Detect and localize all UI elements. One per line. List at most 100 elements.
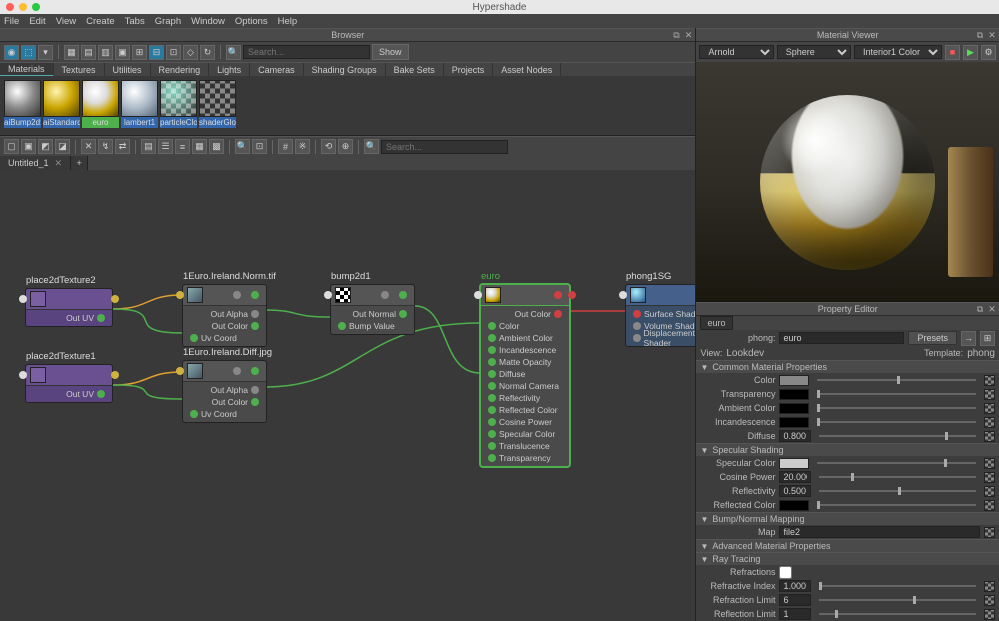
- spec-color-slider[interactable]: [817, 462, 976, 464]
- menu-edit[interactable]: Edit: [29, 16, 45, 27]
- close-icon[interactable]: ✕: [55, 158, 63, 169]
- play-icon[interactable]: ▶: [963, 45, 978, 60]
- gtool-grid[interactable]: #: [278, 139, 293, 154]
- graph-tab-untitled[interactable]: Untitled_1✕: [0, 156, 71, 170]
- node-graph-view[interactable]: place2dTexture2 Out UV place2dTexture1 O…: [0, 170, 695, 621]
- go-icon[interactable]: →: [961, 331, 976, 346]
- refr-limit-slider[interactable]: [819, 599, 976, 601]
- refr-limit-field[interactable]: [779, 594, 811, 606]
- gtool-3[interactable]: ◩: [38, 139, 53, 154]
- bin-aibump2d1[interactable]: aiBump2d1: [4, 80, 41, 128]
- diffuse-slider[interactable]: [819, 435, 976, 437]
- tool-btn-e[interactable]: ⊞: [132, 45, 147, 60]
- tool-btn-select[interactable]: ⬚: [21, 45, 36, 60]
- gtool-11[interactable]: ▦: [192, 139, 207, 154]
- browser-search-input[interactable]: [243, 45, 370, 59]
- tool-btn-opt[interactable]: ▾: [38, 45, 53, 60]
- tab-shading-groups[interactable]: Shading Groups: [304, 63, 386, 77]
- map-button[interactable]: [984, 431, 995, 442]
- ambient-swatch[interactable]: [779, 403, 809, 414]
- gtool-2[interactable]: ▣: [21, 139, 36, 154]
- breadcrumb[interactable]: euro: [700, 316, 732, 330]
- menu-graph[interactable]: Graph: [155, 16, 181, 27]
- tab-asset-nodes[interactable]: Asset Nodes: [493, 63, 561, 77]
- tab-cameras[interactable]: Cameras: [250, 63, 304, 77]
- bin-shaderglow1[interactable]: shaderGlow1: [199, 80, 236, 128]
- section-advanced-header[interactable]: ▼Advanced Material Properties: [696, 539, 999, 552]
- tab-bake-sets[interactable]: Bake Sets: [386, 63, 444, 77]
- close-icon[interactable]: ✕: [683, 30, 693, 40]
- menu-create[interactable]: Create: [86, 16, 115, 27]
- map-button[interactable]: [984, 417, 995, 428]
- section-specular-header[interactable]: ▼Specular Shading: [696, 443, 999, 456]
- refl-limit-field[interactable]: [779, 608, 811, 620]
- renderer-select[interactable]: Arnold: [699, 45, 773, 59]
- reflect-field[interactable]: [779, 485, 811, 497]
- ri-field[interactable]: [779, 580, 811, 592]
- gtool-10[interactable]: ≡: [175, 139, 190, 154]
- new-tab-button[interactable]: +: [71, 156, 88, 170]
- map-button[interactable]: [984, 527, 995, 538]
- tool-btn-world[interactable]: ◉: [4, 45, 19, 60]
- section-ray-header[interactable]: ▼Ray Tracing: [696, 552, 999, 565]
- tool-btn-d[interactable]: ▣: [115, 45, 130, 60]
- tool-btn-g[interactable]: ⊡: [166, 45, 181, 60]
- traffic-lights[interactable]: [6, 3, 40, 11]
- menu-tabs[interactable]: Tabs: [125, 16, 145, 27]
- menu-window[interactable]: Window: [191, 16, 225, 27]
- ri-slider[interactable]: [819, 585, 976, 587]
- environment-select[interactable]: Interior1 Color: [854, 45, 942, 59]
- bin-lambert1[interactable]: lambert1: [121, 80, 158, 128]
- map-field[interactable]: [779, 526, 980, 538]
- incand-swatch[interactable]: [779, 417, 809, 428]
- menu-options[interactable]: Options: [235, 16, 268, 27]
- node-place2dtexture1[interactable]: place2dTexture1 Out UV: [25, 364, 113, 403]
- refl-limit-slider[interactable]: [819, 613, 976, 615]
- color-swatch[interactable]: [779, 375, 809, 386]
- tab-utilities[interactable]: Utilities: [105, 63, 151, 77]
- tab-lights[interactable]: Lights: [209, 63, 250, 77]
- menu-file[interactable]: File: [4, 16, 19, 27]
- gtool-4[interactable]: ◪: [55, 139, 70, 154]
- tool-btn-f[interactable]: ⊟: [149, 45, 164, 60]
- gtool-8[interactable]: ▤: [141, 139, 156, 154]
- map-button[interactable]: [984, 472, 995, 483]
- menu-help[interactable]: Help: [278, 16, 298, 27]
- gtool-5[interactable]: ✕: [81, 139, 96, 154]
- transparency-slider[interactable]: [817, 393, 976, 395]
- gtool-1[interactable]: ▢: [4, 139, 19, 154]
- node-euro[interactable]: euro Out Color Color Ambient Color Incan…: [480, 284, 570, 467]
- ambient-slider[interactable]: [817, 407, 976, 409]
- menu-view[interactable]: View: [56, 16, 76, 27]
- graph-search-input[interactable]: [381, 140, 508, 154]
- diffuse-field[interactable]: [779, 430, 811, 442]
- gtool-zoom[interactable]: 🔍: [235, 139, 250, 154]
- gtool-x[interactable]: ⟲: [321, 139, 336, 154]
- node-phong1sg[interactable]: phong1SG Surface Shader Volume Shader Di…: [625, 284, 695, 347]
- gear-icon[interactable]: ⚙: [981, 45, 996, 60]
- undock-icon[interactable]: ⧉: [671, 30, 681, 40]
- gtool-y[interactable]: ⊕: [338, 139, 353, 154]
- close-icon[interactable]: ✕: [987, 30, 997, 40]
- map-button[interactable]: [984, 609, 995, 620]
- undock-icon[interactable]: ⧉: [975, 30, 985, 40]
- gtool-12[interactable]: ▩: [209, 139, 224, 154]
- gtool-9[interactable]: ☰: [158, 139, 173, 154]
- map-button[interactable]: [984, 375, 995, 386]
- transparency-swatch[interactable]: [779, 389, 809, 400]
- map-button[interactable]: [984, 458, 995, 469]
- material-name-field[interactable]: [779, 332, 904, 344]
- tab-textures[interactable]: Textures: [54, 63, 105, 77]
- node-file-norm[interactable]: 1Euro.Ireland.Norm.tif Out Alpha Out Col…: [182, 284, 267, 347]
- gtool-fit[interactable]: ⊡: [252, 139, 267, 154]
- refl-color-slider[interactable]: [817, 504, 976, 506]
- map-button[interactable]: [984, 389, 995, 400]
- material-viewer-viewport[interactable]: [696, 62, 999, 302]
- input-icon[interactable]: ⊞: [980, 331, 995, 346]
- gtool-7[interactable]: ⇄: [115, 139, 130, 154]
- undock-icon[interactable]: ⧉: [975, 304, 985, 314]
- refractions-checkbox[interactable]: [779, 566, 792, 579]
- reflect-slider[interactable]: [819, 490, 976, 492]
- incand-slider[interactable]: [817, 421, 976, 423]
- tool-btn-b[interactable]: ▤: [81, 45, 96, 60]
